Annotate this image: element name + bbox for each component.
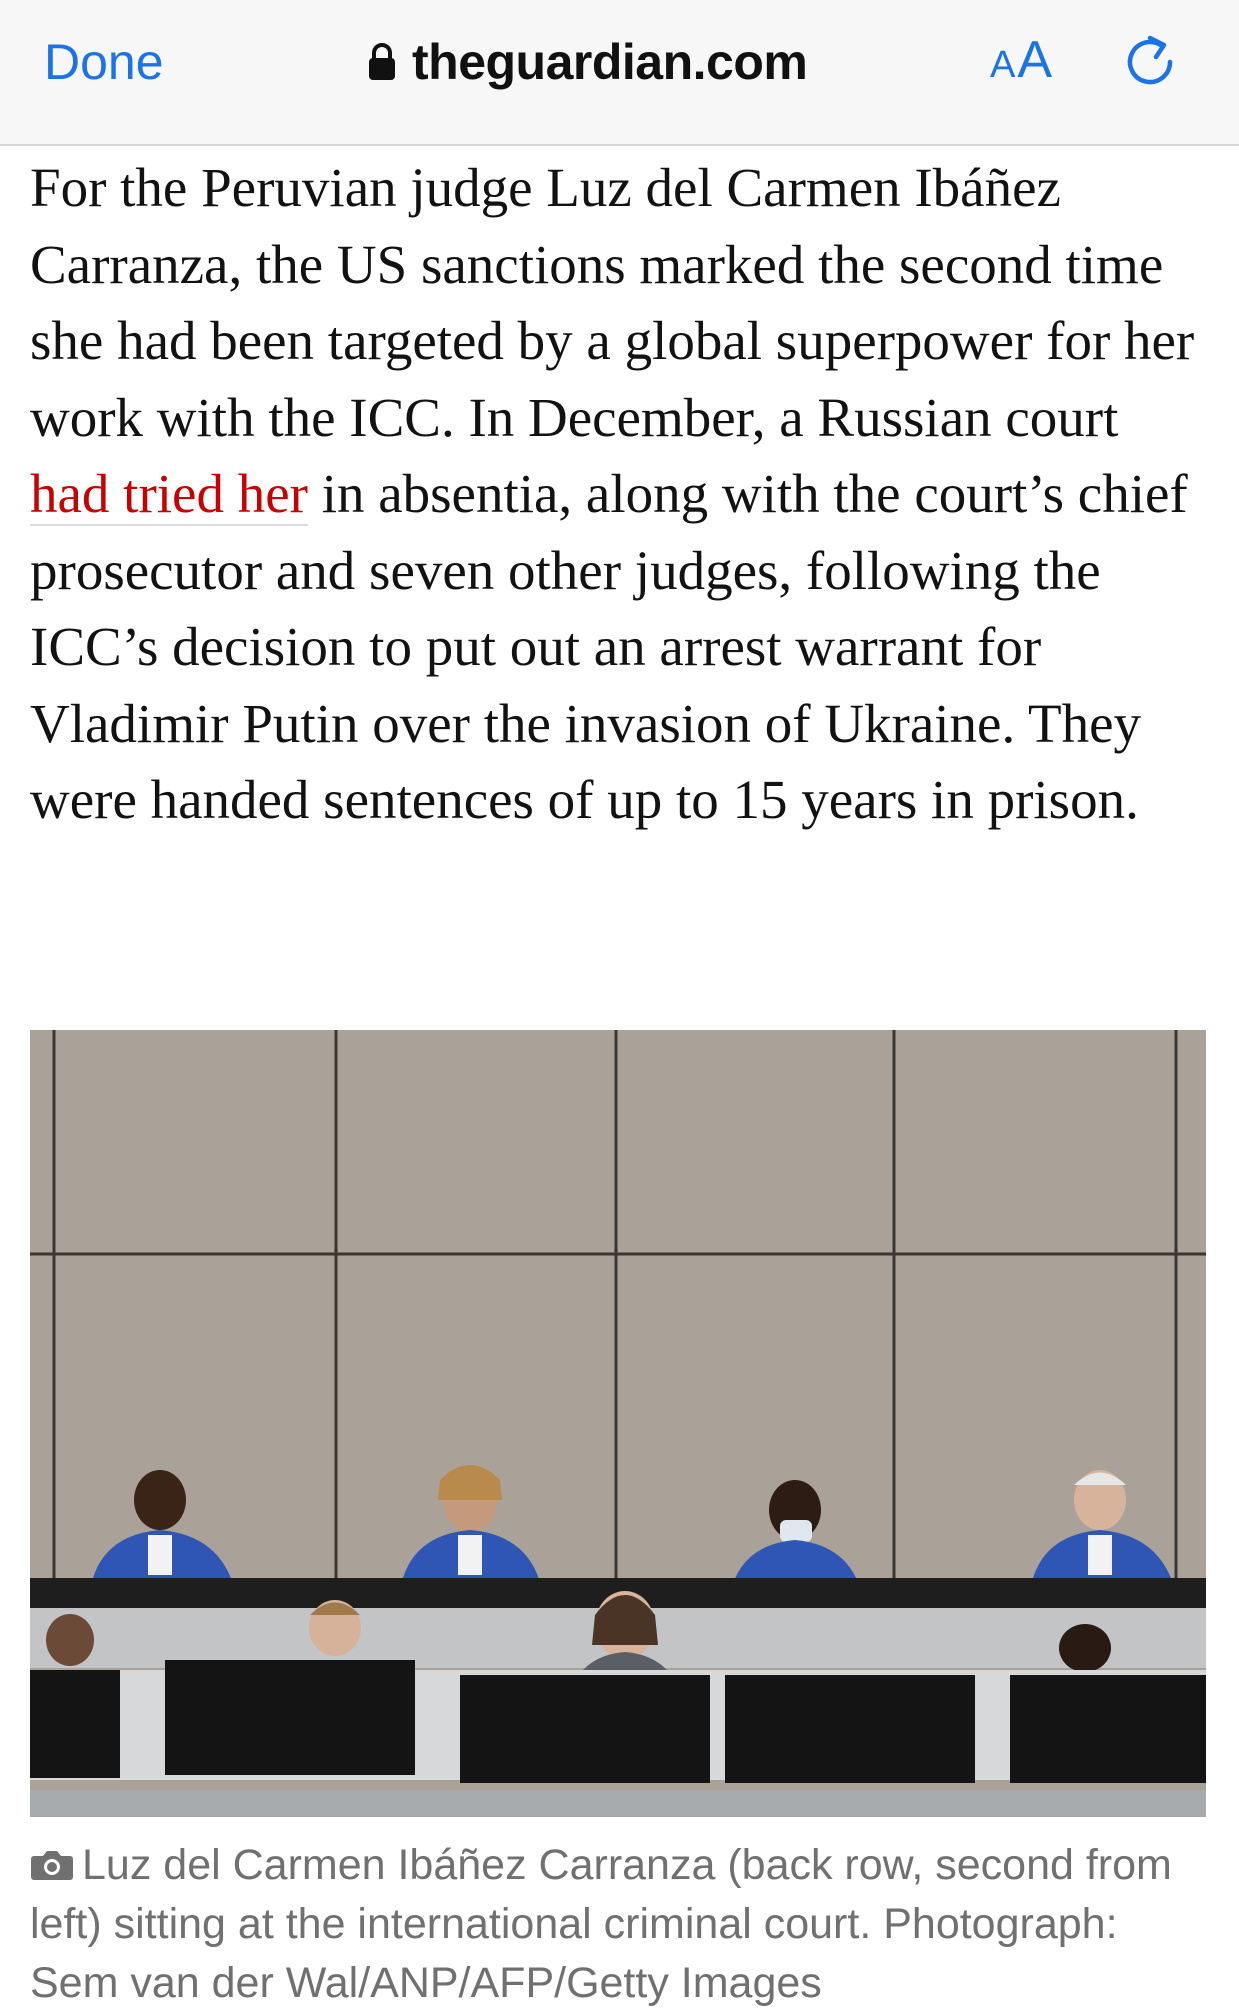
floor [30, 1790, 1206, 1817]
photo-caption: Luz del Carmen Ibáñez Carranza (back row… [30, 1836, 1205, 2013]
paragraph-text-start: For the Peruvian judge Luz del Carmen Ib… [30, 157, 1195, 448]
monitors [30, 1660, 1206, 1783]
text-size-button[interactable]: A A [990, 30, 1052, 94]
text-size-small-label: A [990, 44, 1016, 86]
caption-text: Luz del Carmen Ibáñez Carranza (back row… [30, 1841, 1172, 2007]
address-bar[interactable]: theguardian.com [368, 30, 808, 94]
lock-icon [369, 43, 395, 80]
clerk-1 [46, 1614, 94, 1666]
reload-icon[interactable] [1120, 32, 1180, 92]
browser-toolbar: Done theguardian.com A A [0, 0, 1239, 146]
article-paragraph: For the Peruvian judge Luz del Carmen Ib… [30, 150, 1205, 839]
camera-icon [31, 1851, 73, 1880]
clerk-2 [309, 1600, 361, 1656]
url-text: theguardian.com [412, 34, 808, 90]
done-button[interactable]: Done [44, 30, 164, 94]
clerk-4 [1059, 1624, 1111, 1672]
article-photo[interactable] [30, 1030, 1206, 1817]
text-size-large-label: A [1017, 31, 1053, 89]
courtroom-image [30, 1030, 1206, 1817]
inline-link-had-tried-her[interactable]: had tried her [30, 463, 308, 526]
